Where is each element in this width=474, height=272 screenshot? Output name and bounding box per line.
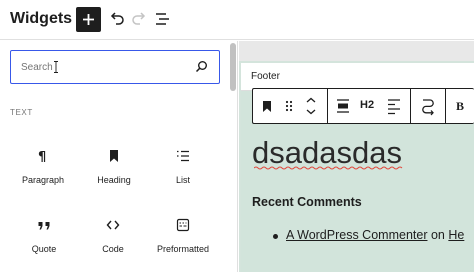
comment-list-item: A WordPress Commenter on He <box>286 228 464 242</box>
block-code[interactable]: Code <box>78 217 148 267</box>
transform-button[interactable] <box>419 89 437 123</box>
list-bullet <box>273 234 278 239</box>
toolbar-divider <box>410 89 411 123</box>
block-toolbar: H2 B <box>252 88 474 124</box>
block-quote[interactable]: Quote <box>9 217 79 267</box>
text-cursor-icon <box>54 61 58 73</box>
bookmark-icon <box>110 150 118 162</box>
recent-comments-title: Recent Comments <box>252 195 362 209</box>
heading-level-button[interactable]: H2 <box>360 99 374 111</box>
widget-area-header[interactable]: Footer <box>241 63 474 91</box>
comment-author-link[interactable]: A WordPress Commenter <box>286 228 427 242</box>
paragraph-icon: ¶ <box>38 150 46 164</box>
search-box[interactable] <box>10 50 220 84</box>
undo-button[interactable] <box>106 8 128 30</box>
quote-icon <box>38 222 50 230</box>
chevron-up-down-icon <box>306 97 316 115</box>
canvas-top-strip <box>239 41 474 61</box>
text-align-button[interactable] <box>386 89 402 123</box>
drag-handle-icon <box>285 100 293 112</box>
undo-icon <box>110 12 124 25</box>
text-align-left-icon <box>388 99 400 115</box>
search-icon <box>195 61 207 73</box>
scroll-thumb[interactable] <box>230 43 236 91</box>
block-paragraph[interactable]: ¶ Paragraph <box>8 148 78 198</box>
block-heading[interactable]: Heading <box>79 148 149 198</box>
search-input[interactable] <box>21 59 181 75</box>
block-label: Heading <box>97 175 131 185</box>
block-label: List <box>175 175 190 185</box>
align-icon <box>337 99 349 113</box>
toolbar-divider <box>327 89 328 123</box>
redo-icon <box>132 12 146 25</box>
page-title: Widgets <box>10 10 73 27</box>
preformatted-icon <box>176 218 190 232</box>
list-view-icon <box>156 13 169 25</box>
block-list[interactable]: List <box>148 148 218 198</box>
block-label: Code <box>102 244 124 254</box>
bold-button[interactable]: B <box>456 99 464 114</box>
alignment-button[interactable] <box>335 89 351 123</box>
block-label: Preformatted <box>156 244 210 254</box>
redo-button[interactable] <box>128 8 150 30</box>
category-label: TEXT <box>10 108 33 117</box>
plus-icon <box>83 14 94 25</box>
block-label: Paragraph <box>21 175 65 185</box>
svg-text:¶: ¶ <box>38 150 46 164</box>
code-icon <box>106 220 120 230</box>
transform-icon <box>422 99 434 116</box>
sidebar-scrollbar[interactable] <box>229 41 236 272</box>
widget-area-title: Footer <box>251 71 280 82</box>
move-up-down-buttons[interactable] <box>303 89 319 123</box>
top-toolbar: Widgets <box>0 0 474 40</box>
comment-post-link[interactable]: He <box>448 228 464 242</box>
drag-handle[interactable] <box>283 89 295 123</box>
list-view-button[interactable] <box>152 8 174 30</box>
bookmark-icon <box>263 101 271 112</box>
toolbar-divider <box>445 89 446 123</box>
spellcheck-underline <box>254 166 403 170</box>
block-preformatted[interactable]: Preformatted <box>148 217 218 267</box>
comment-on-text: on <box>430 228 445 242</box>
block-inserter-panel: TEXT ¶ Paragraph Heading List Quote Code <box>0 41 238 272</box>
block-label: Quote <box>31 244 57 254</box>
add-block-button[interactable] <box>76 7 101 32</box>
block-type-button[interactable] <box>260 89 278 123</box>
list-icon <box>177 150 189 162</box>
